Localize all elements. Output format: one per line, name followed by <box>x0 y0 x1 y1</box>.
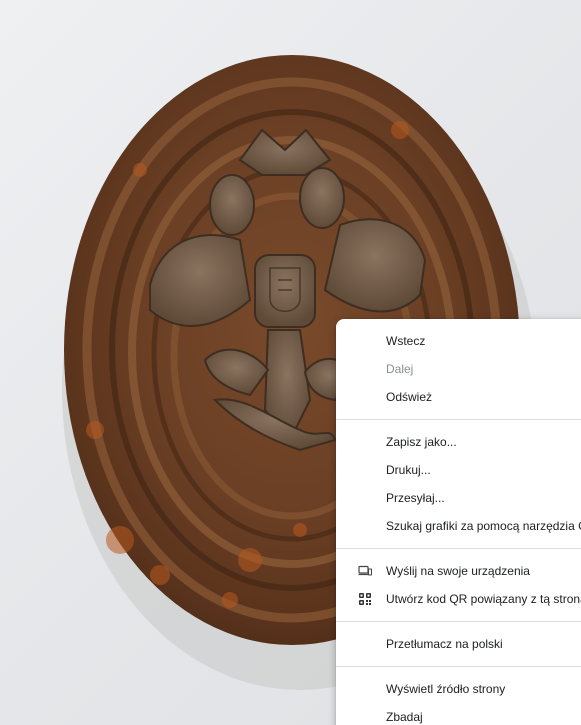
page-viewport: Wstecz Dalej Odśwież Zapisz jako... Druk… <box>0 0 581 725</box>
menu-item-create-qr-code[interactable]: Utwórz kod QR powiązany z tą stroną <box>336 585 581 613</box>
menu-item-cast[interactable]: Przesyłaj... <box>336 484 581 512</box>
menu-item-send-to-devices[interactable]: Wyślij na swoje urządzenia <box>336 557 581 585</box>
browser-context-menu: Wstecz Dalej Odśwież Zapisz jako... Druk… <box>336 319 581 725</box>
menu-item-forward: Dalej <box>386 362 414 376</box>
menu-separator <box>336 666 581 667</box>
menu-item-back[interactable]: Wstecz <box>336 327 581 355</box>
devices-icon <box>358 565 372 576</box>
qr-code-icon <box>359 593 371 605</box>
menu-item-print[interactable]: Drukuj... <box>336 456 581 484</box>
menu-item-reload[interactable]: Odśwież <box>336 383 581 411</box>
menu-item-view-source[interactable]: Wyświetl źródło strony <box>336 675 581 703</box>
menu-item-translate[interactable]: Przetłumacz na polski <box>336 630 581 658</box>
menu-item-inspect[interactable]: Zbadaj <box>336 703 581 725</box>
menu-separator <box>336 548 581 549</box>
menu-separator <box>336 419 581 420</box>
menu-item-label: Utwórz kod QR powiązany z tą stroną <box>386 592 581 606</box>
menu-item-label: Wyślij na swoje urządzenia <box>386 564 530 578</box>
menu-item-save-as[interactable]: Zapisz jako... <box>336 428 581 456</box>
menu-item-search-image-lens[interactable]: Szukaj grafiki za pomocą narzędzia Googl… <box>336 512 581 540</box>
menu-separator <box>336 621 581 622</box>
